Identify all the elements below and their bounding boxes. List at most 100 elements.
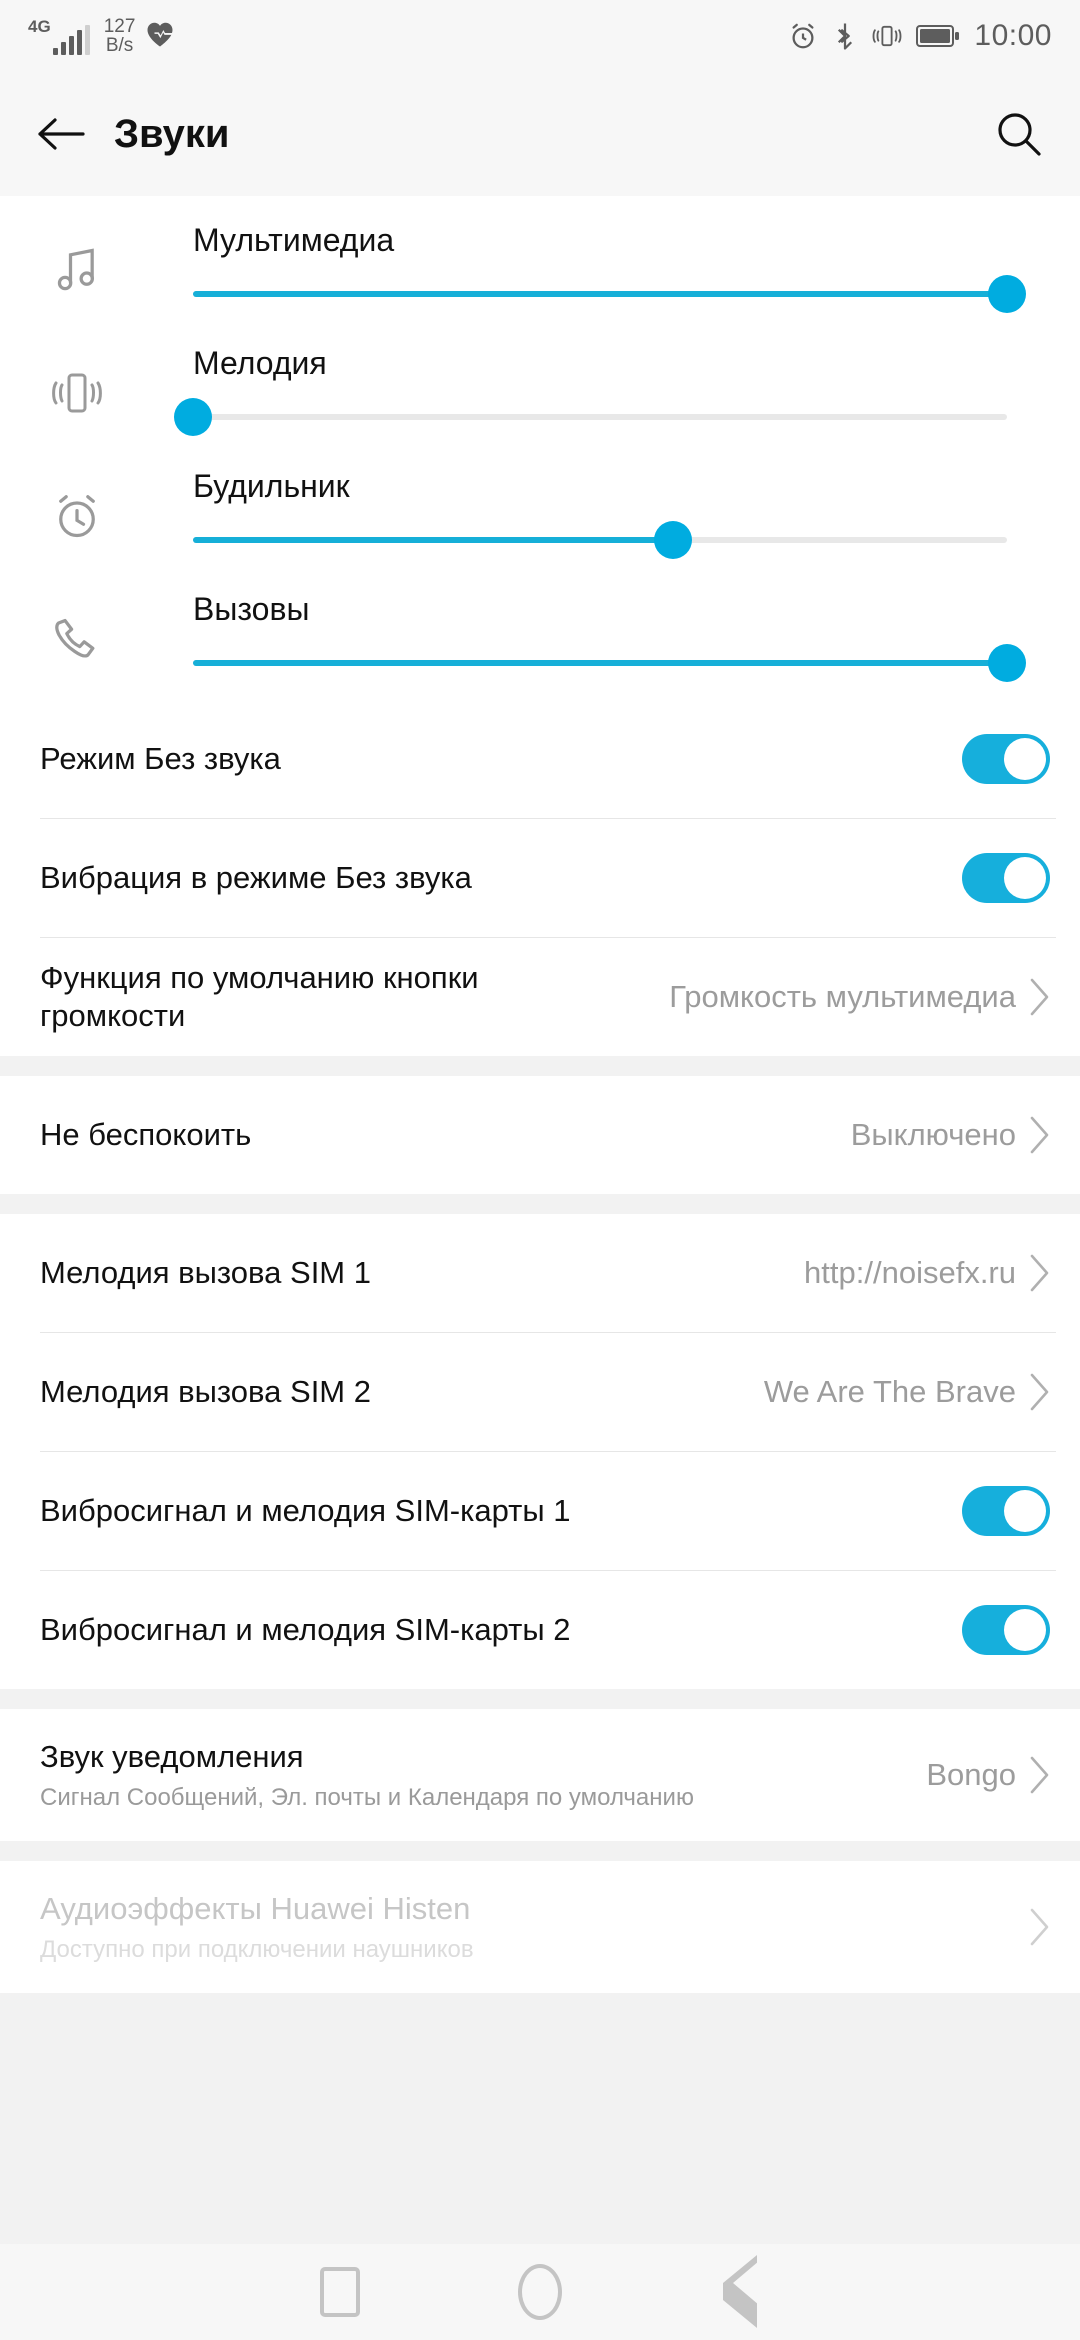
slider-label: Будильник bbox=[193, 468, 350, 504]
search-icon[interactable] bbox=[988, 103, 1050, 165]
slider-label: Мелодия bbox=[193, 345, 327, 381]
alarm-icon bbox=[788, 21, 818, 51]
slider-row-ringtone[interactable]: Мелодия bbox=[0, 331, 1080, 454]
chevron-right-icon bbox=[1024, 1371, 1056, 1413]
chevron-right-icon bbox=[1024, 1906, 1056, 1948]
slider-track-fill bbox=[193, 660, 1007, 666]
row-value: Выключено bbox=[850, 1117, 1016, 1152]
home-circle-icon bbox=[518, 2264, 562, 2320]
signal-icon: 4G bbox=[28, 18, 90, 55]
slider-thumb[interactable] bbox=[654, 521, 693, 559]
row-texts: Мелодия вызова SIM 2 bbox=[40, 1373, 764, 1411]
row-title: Функция по умолчанию кнопки громкости bbox=[40, 960, 479, 1033]
dnd-section: Не беспокоить Выключено bbox=[0, 1076, 1080, 1194]
music-note-icon bbox=[46, 239, 108, 301]
network-type-label: 4G bbox=[28, 16, 51, 36]
status-bar-right: 10:00 bbox=[788, 19, 1052, 53]
row-value: We Are The Brave bbox=[763, 1374, 1016, 1409]
chevron-right-icon bbox=[1024, 1252, 1056, 1294]
section-gap bbox=[0, 1689, 1080, 1709]
row-texts: Звук уведомления Сигнал Сообщений, Эл. п… bbox=[40, 1738, 926, 1813]
row-texts: Вибрация в режиме Без звука bbox=[40, 859, 962, 897]
chevron-right-icon bbox=[1024, 976, 1056, 1018]
row-title: Вибрация в режиме Без звука bbox=[40, 860, 472, 896]
row-title: Мелодия вызова SIM 1 bbox=[40, 1255, 371, 1291]
back-arrow-icon[interactable] bbox=[30, 103, 92, 165]
phone-call-icon bbox=[46, 608, 108, 670]
row-subtitle: Доступно при подключении наушников bbox=[40, 1935, 474, 1963]
chevron-right-icon bbox=[1024, 1114, 1056, 1156]
alarm-clock-icon bbox=[46, 485, 108, 547]
row-value: Bongo bbox=[926, 1757, 1016, 1792]
slider-row-alarm[interactable]: Будильник bbox=[0, 454, 1080, 577]
slider-track-fill bbox=[193, 291, 1007, 297]
slider-track[interactable] bbox=[193, 521, 1007, 559]
page-title: Звуки bbox=[114, 111, 230, 156]
toggle-sim2-vibration[interactable] bbox=[962, 1605, 1050, 1655]
toggle-knob bbox=[1004, 1609, 1046, 1651]
toggle-silent-mode[interactable] bbox=[962, 734, 1050, 784]
slider-track-bg bbox=[193, 414, 1007, 420]
row-title: Не беспокоить bbox=[40, 1117, 252, 1153]
row-title: Вибросигнал и мелодия SIM-карты 2 bbox=[40, 1612, 571, 1648]
section-gap bbox=[0, 1194, 1080, 1214]
toggle-sim1-vibration[interactable] bbox=[962, 1486, 1050, 1536]
row-texts: Режим Без звука bbox=[40, 740, 962, 778]
network-speed: 127 B/s bbox=[104, 17, 136, 55]
bluetooth-icon bbox=[832, 21, 858, 51]
row-texts: Не беспокоить bbox=[40, 1116, 851, 1154]
row-title: Мелодия вызова SIM 2 bbox=[40, 1374, 371, 1410]
row-title: Вибросигнал и мелодия SIM-карты 1 bbox=[40, 1493, 571, 1529]
recents-button[interactable] bbox=[240, 2244, 440, 2340]
slider-thumb[interactable] bbox=[174, 398, 212, 436]
slider-row-calls[interactable]: Вызовы bbox=[0, 577, 1080, 700]
row-sim1-vibration[interactable]: Вибросигнал и мелодия SIM-карты 1 bbox=[0, 1452, 1080, 1570]
histen-section: Аудиоэффекты Huawei Histen Доступно при … bbox=[0, 1861, 1080, 1993]
slider-track[interactable] bbox=[193, 644, 1026, 682]
chevron-right-icon bbox=[1024, 1754, 1056, 1796]
row-texts: Аудиоэффекты Huawei Histen Доступно при … bbox=[40, 1890, 1024, 1965]
row-value: Громкость мультимедиа bbox=[669, 979, 1016, 1014]
app-bar: Звуки bbox=[0, 72, 1080, 196]
row-notification-sound[interactable]: Звук уведомления Сигнал Сообщений, Эл. п… bbox=[0, 1709, 1080, 1841]
signal-bars-icon bbox=[52, 24, 90, 55]
slider-track[interactable] bbox=[193, 275, 1026, 313]
battery-icon bbox=[916, 23, 960, 49]
row-ringtone-sim2[interactable]: Мелодия вызова SIM 2 We Are The Brave bbox=[0, 1333, 1080, 1451]
slider-thumb[interactable] bbox=[988, 644, 1026, 682]
network-speed-value: 127 bbox=[103, 16, 136, 37]
back-triangle-icon bbox=[723, 2255, 759, 2328]
row-do-not-disturb[interactable]: Не беспокоить Выключено bbox=[0, 1076, 1080, 1194]
slider-track[interactable] bbox=[174, 398, 1007, 436]
slider-label: Вызовы bbox=[193, 591, 310, 627]
row-vibrate-in-silent[interactable]: Вибрация в режиме Без звука bbox=[0, 819, 1080, 937]
row-subtitle: Сигнал Сообщений, Эл. почты и Календаря … bbox=[40, 1783, 694, 1811]
toggle-knob bbox=[1004, 1490, 1046, 1532]
slider-row-media[interactable]: Мультимедиа bbox=[0, 208, 1080, 331]
row-volume-button-default[interactable]: Функция по умолчанию кнопки громкости Гр… bbox=[0, 938, 1080, 1056]
recents-square-icon bbox=[320, 2267, 360, 2317]
row-title: Аудиоэффекты Huawei Histen bbox=[40, 1890, 471, 1926]
vibrate-icon bbox=[872, 21, 902, 51]
row-texts: Вибросигнал и мелодия SIM-карты 2 bbox=[40, 1611, 962, 1649]
toggle-vibrate-in-silent[interactable] bbox=[962, 853, 1050, 903]
slider-track-fill bbox=[193, 537, 674, 543]
row-value: http://noisefx.ru bbox=[804, 1255, 1016, 1290]
row-title: Звук уведомления bbox=[40, 1738, 304, 1774]
row-title: Режим Без звука bbox=[40, 741, 281, 777]
row-ringtone-sim1[interactable]: Мелодия вызова SIM 1 http://noisefx.ru bbox=[0, 1214, 1080, 1332]
row-silent-mode[interactable]: Режим Без звука bbox=[0, 700, 1080, 818]
vibrate-icon bbox=[46, 362, 108, 424]
notification-sound-section: Звук уведомления Сигнал Сообщений, Эл. п… bbox=[0, 1709, 1080, 1841]
section-gap bbox=[0, 1056, 1080, 1076]
phone-screen: 4G 127 B/s 10:00 Звуки Мультимедиа Мелод… bbox=[0, 0, 1080, 2340]
section-gap bbox=[0, 1841, 1080, 1861]
navigation-bar bbox=[0, 2244, 1080, 2340]
home-button[interactable] bbox=[440, 2244, 640, 2340]
slider-label: Мультимедиа bbox=[193, 222, 395, 258]
back-button[interactable] bbox=[640, 2244, 840, 2340]
row-sim2-vibration[interactable]: Вибросигнал и мелодия SIM-карты 2 bbox=[0, 1571, 1080, 1689]
heartbeat-icon bbox=[145, 20, 175, 52]
toggle-knob bbox=[1004, 738, 1046, 780]
slider-thumb[interactable] bbox=[988, 275, 1026, 313]
